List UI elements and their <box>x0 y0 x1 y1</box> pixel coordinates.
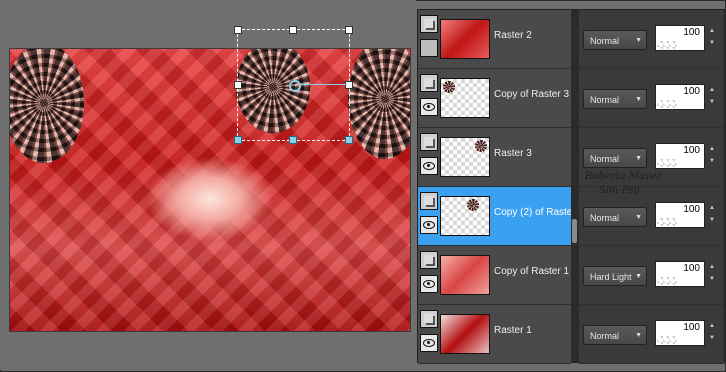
layer-thumbnail <box>440 19 490 59</box>
splitter-grip[interactable] <box>572 219 577 243</box>
watermark-line-1: Roberta Maver <box>585 171 662 182</box>
layer-group-icon[interactable] <box>420 133 438 151</box>
blend-mode-dropdown[interactable]: Normal ▼ <box>583 325 647 345</box>
chevron-down-icon: ▼ <box>635 96 642 103</box>
selection-handle-bottom-right[interactable] <box>345 136 353 144</box>
blend-mode-dropdown[interactable]: Normal ▼ <box>583 30 647 50</box>
opacity-field[interactable]: 100 <box>655 84 705 110</box>
selection-handle-top-center[interactable] <box>289 26 297 34</box>
layer-props-row: Hard Light ▼ 100 ▲ ▼ <box>579 246 724 305</box>
chevron-down-icon: ▼ <box>635 332 642 339</box>
layer-props-row: Normal ▼ 100 ▲ ▼ <box>579 69 724 128</box>
opacity-spinner[interactable]: ▲ ▼ <box>708 25 716 51</box>
author-watermark: Roberta Maver Sim-Psp <box>585 170 661 198</box>
chevron-down-icon: ▼ <box>635 37 642 44</box>
layer-row-copy-2-of-raster-3[interactable]: Copy (2) of Raster 3 <box>418 187 584 246</box>
opacity-spinner[interactable]: ▲ ▼ <box>708 84 716 110</box>
rotation-pivot-handle[interactable] <box>289 80 301 92</box>
opacity-field[interactable]: 100 <box>655 143 705 169</box>
layer-name[interactable]: Raster 2 <box>494 30 532 41</box>
layer-group-icon[interactable] <box>420 74 438 92</box>
layers-panel: Raster 2 Copy of Raster 3 Raster 3 Copy … <box>417 9 725 364</box>
layer-mask-icon[interactable] <box>420 39 438 57</box>
layer-row-raster-3[interactable]: Raster 3 <box>418 128 571 187</box>
selection-handle-bottom-center[interactable] <box>289 136 297 144</box>
selection-handle-top-left[interactable] <box>234 26 242 34</box>
layer-group-icon[interactable] <box>420 15 438 33</box>
layer-thumbnail <box>440 255 490 295</box>
layer-name[interactable]: Raster 3 <box>494 148 532 159</box>
blend-mode-dropdown[interactable]: Normal ▼ <box>583 89 647 109</box>
watermark-line-2: Sim-Psp <box>599 185 640 196</box>
eye-icon[interactable] <box>420 157 438 175</box>
opacity-spinner[interactable]: ▲ ▼ <box>708 143 716 169</box>
selection-handle-top-right[interactable] <box>345 26 353 34</box>
rotation-pivot-line <box>297 84 347 85</box>
eye-icon[interactable] <box>420 216 438 234</box>
layer-row-raster-1[interactable]: Raster 1 <box>418 305 571 364</box>
layer-group-icon[interactable] <box>420 310 438 328</box>
eye-icon[interactable] <box>420 98 438 116</box>
chevron-down-icon: ▼ <box>635 214 642 221</box>
opacity-field[interactable]: 100 <box>655 202 705 228</box>
spiral-element-right <box>348 49 410 159</box>
selection-handle-middle-right[interactable] <box>345 81 353 89</box>
opacity-spinner[interactable]: ▲ ▼ <box>708 261 716 287</box>
selection-handle-middle-left[interactable] <box>234 81 242 89</box>
opacity-field[interactable]: 100 <box>655 25 705 51</box>
spiral-element-left <box>10 49 84 163</box>
layer-thumbnail <box>440 196 490 236</box>
layer-name[interactable]: Copy of Raster 3 <box>494 89 569 100</box>
selection-handle-bottom-left[interactable] <box>234 136 242 144</box>
layer-row-copy-of-raster-1[interactable]: Copy of Raster 1 <box>418 246 571 305</box>
image-canvas[interactable] <box>9 48 411 332</box>
layer-row-copy-of-raster-3[interactable]: Copy of Raster 3 <box>418 69 571 128</box>
layer-group-icon[interactable] <box>420 251 438 269</box>
layer-thumbnail <box>440 314 490 354</box>
layer-name[interactable]: Raster 1 <box>494 325 532 336</box>
panel-splitter[interactable] <box>571 10 579 362</box>
layer-thumbnail <box>440 137 490 177</box>
layer-group-icon[interactable] <box>420 192 438 210</box>
canvas-area[interactable] <box>0 0 416 370</box>
blend-mode-dropdown[interactable]: Normal ▼ <box>583 148 647 168</box>
layer-row-raster-2[interactable]: Raster 2 <box>418 10 571 69</box>
blend-mode-dropdown[interactable]: Normal ▼ <box>583 207 647 227</box>
layer-thumbnail <box>440 78 490 118</box>
layer-props-row: Normal ▼ 100 ▲ ▼ <box>579 10 724 69</box>
eye-icon[interactable] <box>420 334 438 352</box>
layer-props-row: Normal ▼ 100 ▲ ▼ <box>579 305 724 364</box>
eye-icon[interactable] <box>420 275 438 293</box>
opacity-spinner[interactable]: ▲ ▼ <box>708 202 716 228</box>
chevron-down-icon: ▼ <box>635 273 642 280</box>
chevron-down-icon: ▼ <box>635 155 642 162</box>
layer-name[interactable]: Copy of Raster 1 <box>494 266 569 277</box>
blend-mode-dropdown[interactable]: Hard Light ▼ <box>583 266 647 286</box>
opacity-field[interactable]: 100 <box>655 261 705 287</box>
opacity-field[interactable]: 100 <box>655 320 705 346</box>
opacity-spinner[interactable]: ▲ ▼ <box>708 320 716 346</box>
